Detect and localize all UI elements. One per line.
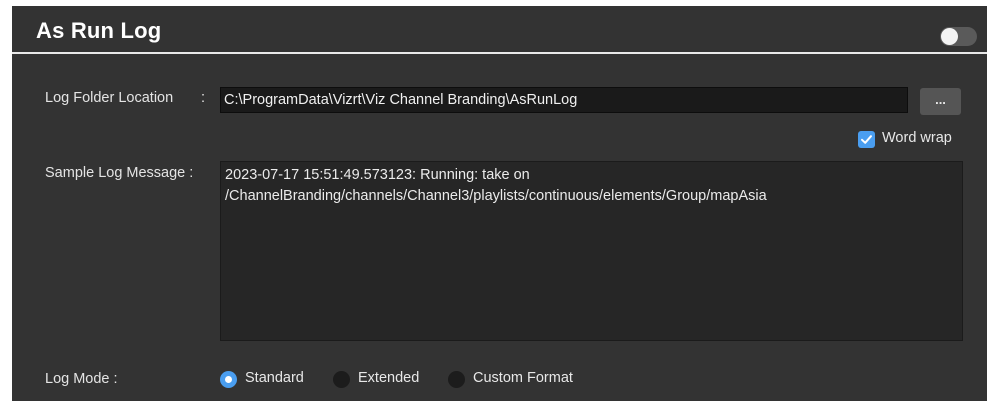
sample-log-message-label: Sample Log Message : <box>45 165 194 181</box>
log-folder-separator: : <box>201 90 206 106</box>
radio-label: Standard <box>245 370 304 386</box>
log-folder-input[interactable]: C:\ProgramData\Vizrt\Viz Channel Brandin… <box>220 87 908 113</box>
checkbox-checked-icon <box>858 131 875 148</box>
radio-selected-icon <box>220 371 237 388</box>
radio-label: Custom Format <box>473 370 573 386</box>
toggle-knob <box>941 28 958 45</box>
panel-title: As Run Log <box>36 18 162 43</box>
log-mode-label: Log Mode : <box>45 371 118 387</box>
log-folder-label: Log Folder Location <box>45 90 174 106</box>
word-wrap-label: Word wrap <box>882 130 952 146</box>
browse-folder-button[interactable]: ... <box>920 88 961 115</box>
radio-unselected-icon <box>333 371 350 388</box>
radio-label: Extended <box>358 370 420 386</box>
as-run-log-panel: As Run Log Log Folder Location : C:\Prog… <box>12 6 987 401</box>
radio-unselected-icon <box>448 371 465 388</box>
enable-toggle[interactable] <box>940 27 977 46</box>
sample-log-message-text[interactable]: 2023-07-17 15:51:49.573123: Running: tak… <box>220 161 963 341</box>
panel-header: As Run Log <box>12 6 987 54</box>
